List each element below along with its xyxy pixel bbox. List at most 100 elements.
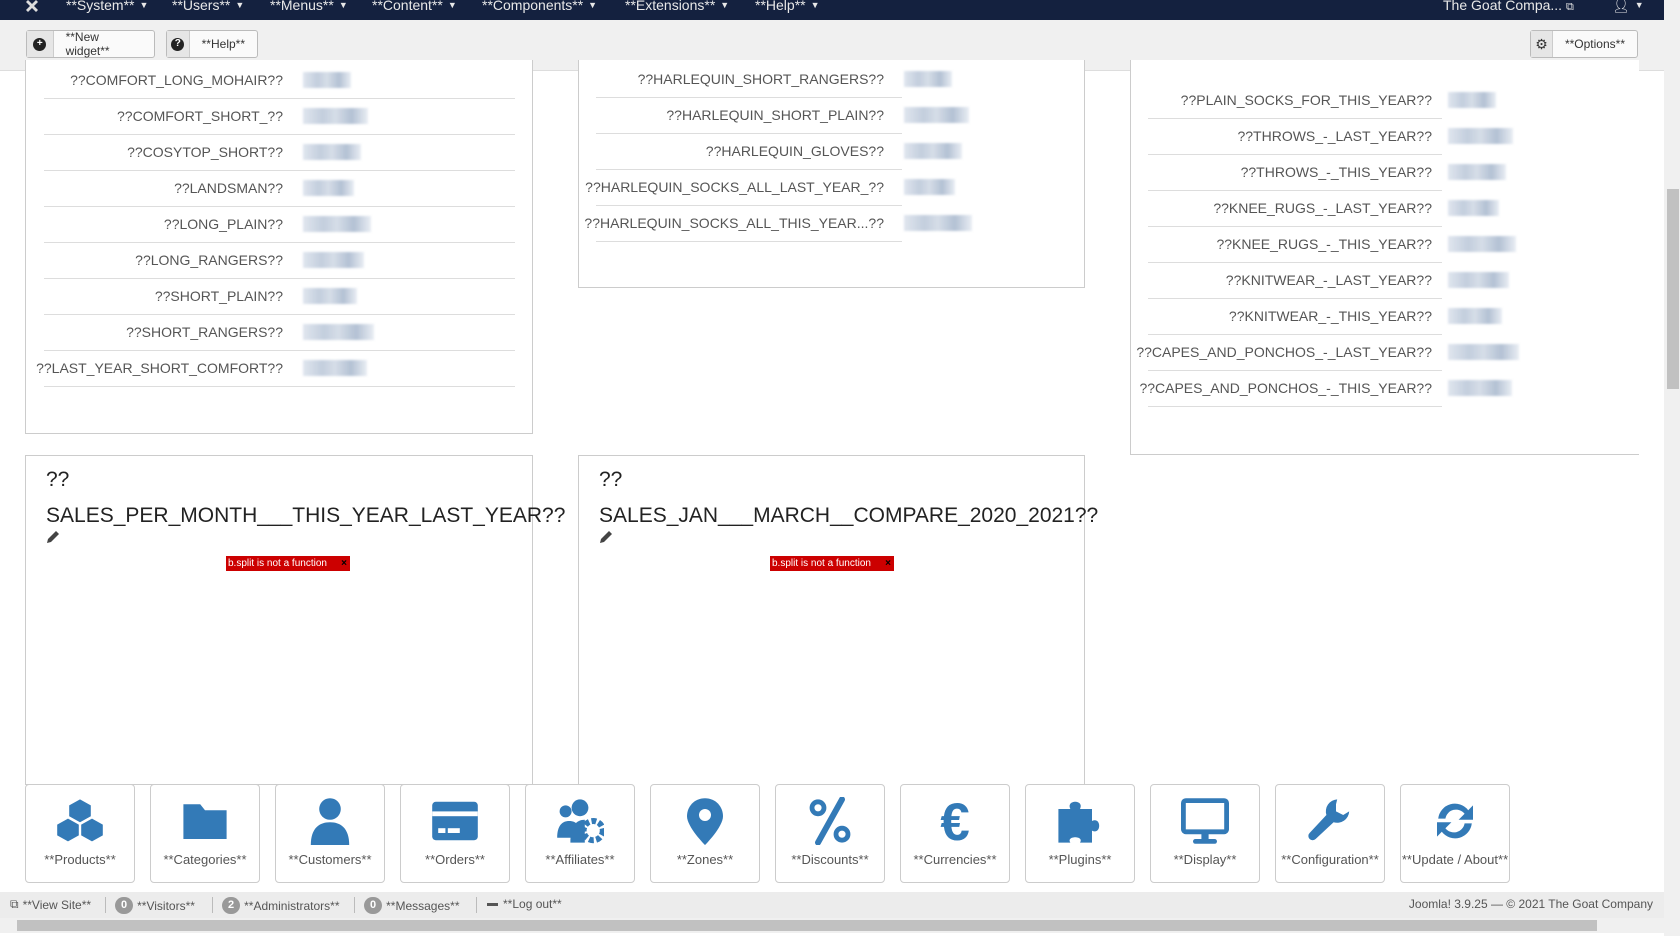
list-row: ??KNITWEAR_-_THIS_YEAR?? [1148,299,1442,335]
pencil-edit-icon[interactable] [46,530,60,544]
divider [212,897,213,913]
blurred-value [904,215,972,231]
scrollbar-thumb[interactable] [17,920,1597,931]
list-row: ??CAPES_AND_PONCHOS_-_LAST_YEAR?? [1136,335,1442,371]
shortcut-categories[interactable]: **Categories** [150,784,260,883]
shortcut-orders[interactable]: **Orders** [400,784,510,883]
menu-content[interactable]: **Content** ▼ [372,0,457,13]
monitor-icon [1181,798,1229,844]
list-row: ??CAPES_AND_PONCHOS_-_THIS_YEAR?? [1139,371,1442,407]
list-row: ??PLAIN_SOCKS_FOR_THIS_YEAR?? [1148,83,1442,119]
user-menu[interactable]: 👤︎ ▼ [1612,0,1644,14]
shortcut-label: **Zones** [676,852,734,867]
close-icon[interactable]: × [885,556,891,571]
menu-menus[interactable]: **Menus** ▼ [270,0,348,13]
blurred-value [1448,236,1516,252]
vertical-scrollbar[interactable] [1664,0,1680,936]
percent-icon [809,797,851,845]
caret-down-icon: ▼ [588,0,598,10]
shortcut-configuration[interactable]: **Configuration** [1275,784,1385,883]
shortcut-label: **Discounts** [791,852,869,867]
shortcut-update-about[interactable]: **Update / About** [1400,784,1510,883]
administrators-link[interactable]: 2 **Administrators** [222,897,340,914]
shortcut-display[interactable]: **Display** [1150,784,1260,883]
logout-link[interactable]: **Log out** [487,897,562,911]
list-row: ??SHORT_RANGERS?? [44,315,515,351]
caret-down-icon: ▼ [720,0,730,10]
list-row: ??THROWS_-_LAST_YEAR?? [1148,119,1442,155]
shortcut-customers[interactable]: **Customers** [275,784,385,883]
list-row: ??LONG_RANGERS?? [44,243,515,279]
row-divider [1148,406,1442,407]
row-label: ??COMFORT_LONG_MOHAIR?? [70,72,283,88]
list-row: ??COSYTOP_SHORT?? [44,135,515,171]
shortcut-discounts[interactable]: **Discounts** [775,784,885,883]
shortcut-label: **Categories** [163,852,247,867]
shortcut-label: **Customers** [288,852,372,867]
pencil-edit-icon[interactable] [599,530,613,544]
menu-help[interactable]: **Help** ▼ [755,0,820,13]
list-row: ??LANDSMAN?? [44,171,515,207]
shortcut-zones[interactable]: **Zones** [650,784,760,883]
blurred-value [303,252,364,268]
joomla-logo-icon[interactable] [25,0,41,12]
list-row: ??HARLEQUIN_GLOVES?? [596,134,902,170]
site-link[interactable]: The Goat Compa... ⧉ [1443,0,1574,14]
menu-users[interactable]: **Users** ▼ [172,0,244,13]
blurred-value [303,216,371,232]
row-label: ??LAST_YEAR_SHORT_COMFORT?? [36,360,283,376]
shortcut-affiliates[interactable]: **Affiliates** [525,784,635,883]
list-row: ??COMFORT_SHORT_?? [44,99,515,135]
divider [105,897,106,913]
help-button[interactable]: ? **Help** [166,30,258,58]
menu-system[interactable]: **System** ▼ [66,0,148,13]
blurred-value [303,72,351,88]
shortcut-plugins[interactable]: **Plugins** [1025,784,1135,883]
menu-extensions[interactable]: **Extensions** ▼ [625,0,729,13]
shortcut-products[interactable]: **Products** [25,784,135,883]
caret-down-icon: ▼ [1634,0,1644,10]
view-site-link[interactable]: ⧉ **View Site** [10,897,91,912]
svg-text:€: € [940,797,969,845]
list-row: ??HARLEQUIN_SOCKS_ALL_THIS_YEAR...?? [584,206,902,242]
map-marker-icon [687,798,723,845]
options-button[interactable]: ⚙ **Options** [1530,30,1638,58]
caret-down-icon: ▼ [810,0,820,10]
refresh-icon [1437,803,1473,839]
widget-left-list: ??COMFORT_LONG_MOHAIR?? ??COMFORT_SHORT_?… [25,60,533,434]
admins-badge: 2 [222,897,241,914]
visitors-link[interactable]: 0 **Visitors** [115,897,195,914]
wrench-icon [1308,799,1350,841]
horizontal-scrollbar[interactable] [0,918,1664,933]
shortcut-label: **Products** [44,852,116,867]
menu-label: **Menus** [270,0,334,13]
users-cog-icon [557,799,604,844]
list-row: ??KNEE_RUGS_-_THIS_YEAR?? [1148,227,1442,263]
close-icon[interactable]: × [341,556,347,571]
blurred-value [303,180,354,196]
caret-down-icon: ▼ [447,0,457,10]
new-widget-button[interactable]: + **New widget** [26,30,155,58]
scrollbar-thumb[interactable] [1667,189,1679,389]
blurred-value [303,324,374,340]
version-text: Joomla! 3.9.25 — © 2021 The Goat Company [1408,897,1653,911]
euro-icon: € [940,797,969,845]
row-label: ??HARLEQUIN_SHORT_RANGERS?? [637,71,884,87]
site-name: The Goat Compa... [1443,0,1563,13]
list-row: ??COMFORT_LONG_MOHAIR?? [44,63,515,99]
menu-components[interactable]: **Components** ▼ [482,0,597,13]
shortcut-label: **Configuration** [1281,852,1379,867]
shortcut-currencies[interactable]: € **Currencies** [900,784,1010,883]
shortcut-label: **Currencies** [913,852,997,867]
messages-link[interactable]: 0 **Messages** [364,897,460,914]
blurred-value [904,179,955,195]
row-label: ??KNITWEAR_-_THIS_YEAR?? [1228,308,1432,324]
blurred-value [1448,344,1519,360]
user-icon: 👤︎ [1612,0,1630,13]
widget-middle-list: ??HARLEQUIN_SHORT_RANGERS?? ??HARLEQUIN_S… [578,60,1085,288]
row-label: ??HARLEQUIN_SOCKS_ALL_LAST_YEAR_?? [585,179,884,195]
row-label: ??THROWS_-_THIS_YEAR?? [1240,164,1432,180]
list-row: ??LAST_YEAR_SHORT_COMFORT?? [36,351,515,387]
blurred-value [904,71,952,87]
blurred-value [303,108,368,124]
